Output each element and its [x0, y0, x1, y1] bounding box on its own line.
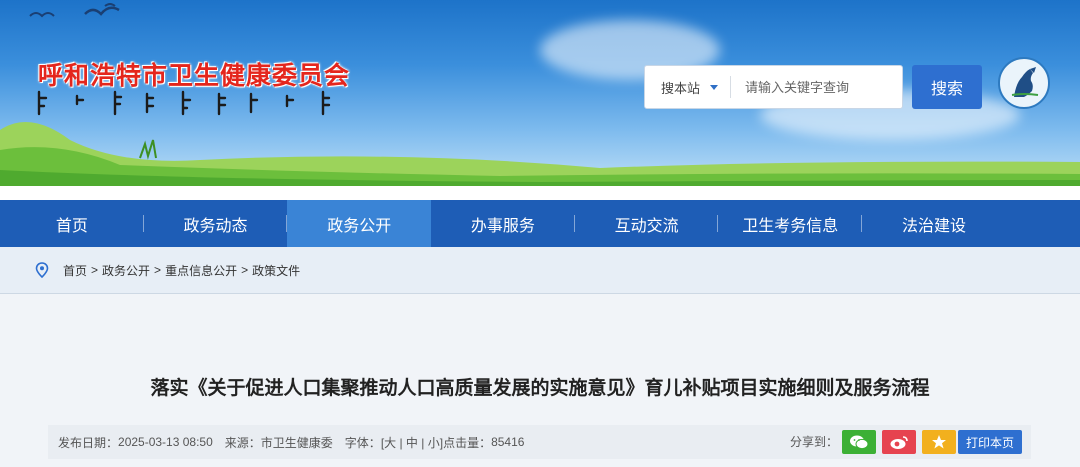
nav-item-label: 办事服务: [470, 217, 535, 235]
publish-date: 2025-03-13 08:50: [118, 435, 213, 449]
nav-item-home[interactable]: 首页: [0, 200, 144, 247]
views-count: 85416: [491, 435, 525, 449]
breadcrumb-separator: >: [154, 263, 162, 277]
source-label: 来源：: [224, 435, 261, 450]
horse-emblem-icon[interactable]: [998, 57, 1050, 109]
wechat-share-button[interactable]: [842, 430, 876, 454]
print-button[interactable]: 打印本页: [958, 430, 1022, 454]
nav-top-strip: [0, 186, 1080, 200]
nav-item-rule-of-law[interactable]: 法治建设: [862, 200, 1006, 247]
font-size-label: 字体：: [344, 435, 381, 450]
favorite-button[interactable]: [922, 430, 956, 454]
source-value: 市卫生健康委: [260, 435, 333, 450]
article-title: 落实《关于促进人口集聚推动人口高质量发展的实施意见》育儿补贴项目实施细则及服务流…: [150, 377, 930, 399]
site-title[interactable]: 呼和浩特市卫生健康委员会: [38, 56, 350, 92]
breadcrumb-item-key-info[interactable]: 重点信息公开: [165, 262, 237, 279]
nav-item-government-disclosure[interactable]: 政务公开: [287, 200, 432, 247]
site-select-dropdown[interactable]: 搜本站: [645, 76, 731, 98]
font-size-options[interactable]: [大 | 中 | 小]: [381, 434, 443, 451]
nav-item-label: 政务动态: [183, 217, 248, 235]
header-banner: 呼和浩特市卫生健康委员会 搜本站 搜索: [0, 0, 1080, 186]
nav-item-government-news[interactable]: 政务动态: [144, 200, 288, 247]
share-label: 分享到：: [790, 435, 839, 449]
nav-item-label: 互动交流: [614, 217, 679, 235]
nav-item-label: 政务公开: [327, 217, 392, 235]
mongolian-script-logo: [37, 90, 331, 116]
main-nav: 首页 政务动态 政务公开 办事服务 互动交流 卫生考务信息 法治建设: [0, 200, 1080, 247]
birds-decoration: [29, 3, 120, 18]
search-box: 搜本站: [644, 65, 903, 109]
breadcrumb-item-disclosure[interactable]: 政务公开: [102, 262, 150, 279]
weibo-share-button[interactable]: [882, 430, 916, 454]
breadcrumb-item-policy-docs[interactable]: 政策文件: [252, 262, 300, 279]
wechat-icon: [850, 435, 869, 450]
nav-item-label: 卫生考务信息: [742, 217, 839, 235]
site-select-label: 搜本站: [661, 80, 701, 96]
nav-item-label: 法治建设: [901, 217, 966, 235]
breadcrumb-separator: >: [241, 263, 249, 277]
weibo-icon: [890, 436, 908, 449]
nav-item-services[interactable]: 办事服务: [431, 200, 575, 247]
nav-item-label: 首页: [55, 217, 88, 235]
breadcrumb: 首页 > 政务公开 > 重点信息公开 > 政策文件: [0, 247, 1080, 294]
chevron-down-icon: [710, 84, 719, 90]
nav-item-interaction[interactable]: 互动交流: [575, 200, 719, 247]
breadcrumb-item-home[interactable]: 首页: [63, 262, 87, 279]
views-label: 点击量：: [443, 435, 492, 450]
breadcrumb-separator: >: [91, 263, 99, 277]
search-button[interactable]: 搜索: [912, 65, 982, 109]
nav-item-health-exams[interactable]: 卫生考务信息: [718, 200, 863, 247]
star-icon: [932, 435, 946, 449]
hills-decoration: [0, 122, 1080, 186]
publish-date-label: 发布日期：: [58, 435, 119, 450]
location-pin-icon: [35, 262, 49, 278]
search-input[interactable]: [731, 79, 896, 95]
